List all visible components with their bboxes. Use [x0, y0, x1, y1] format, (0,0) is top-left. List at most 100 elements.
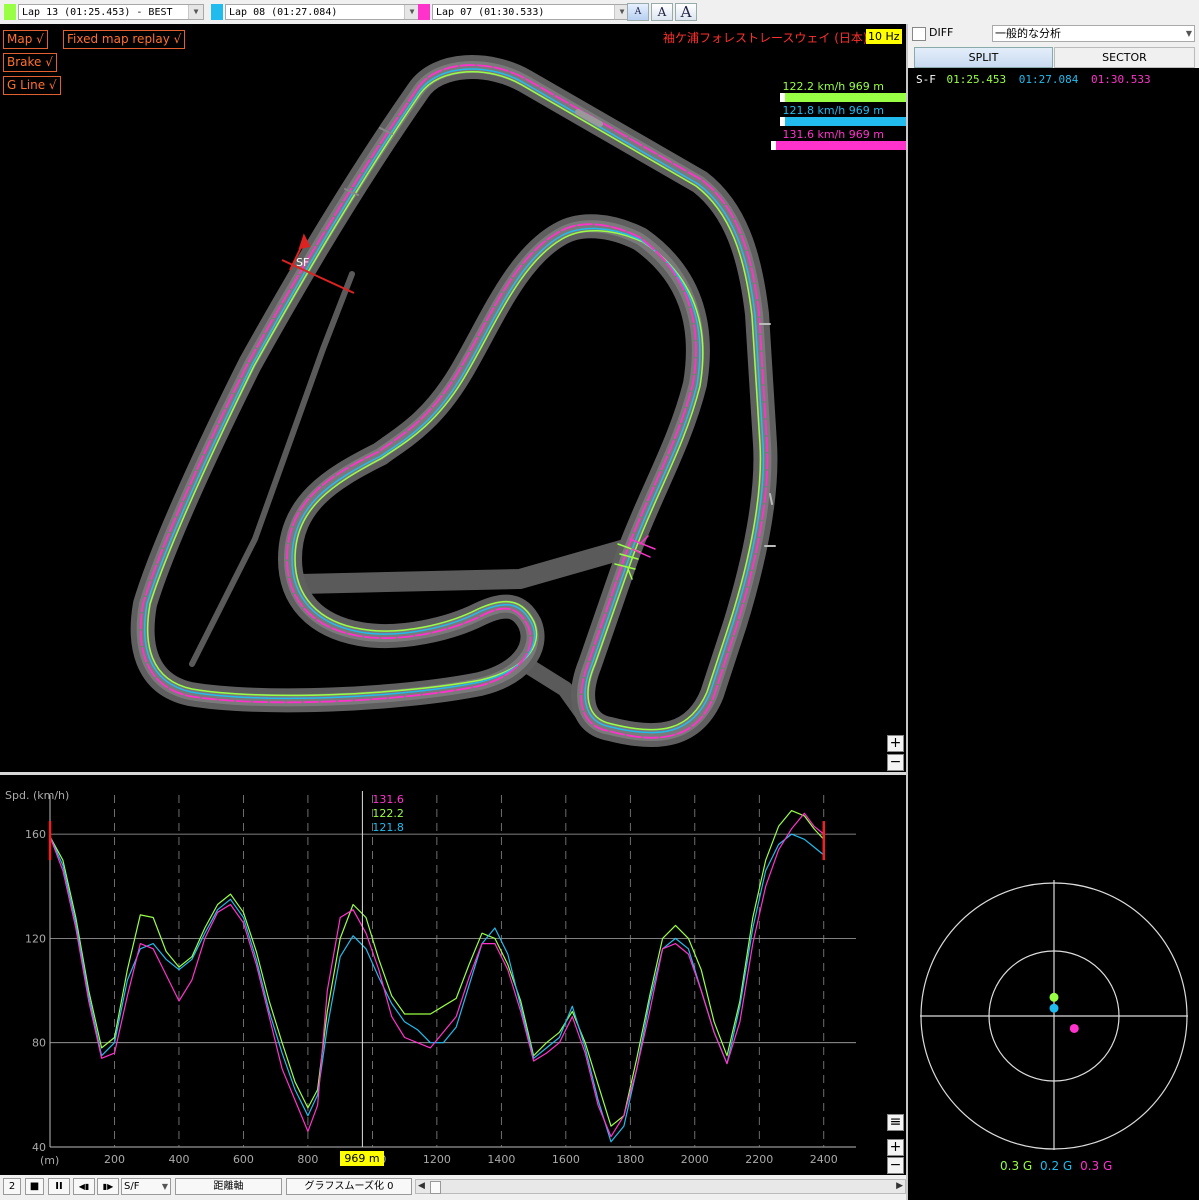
g-values: 0.3 G 0.2 G 0.3 G [1000, 1159, 1112, 1173]
x-tick-label: 400 [168, 1153, 189, 1166]
sample-rate-badge: 10 Hz [866, 29, 902, 44]
map-zoom-out-button[interactable]: − [887, 754, 904, 771]
cursor-value-lap07: 131.6 [372, 793, 404, 806]
graph-smoothing-button[interactable]: グラフスムーズ化 0 [286, 1178, 412, 1195]
y-tick-label: 160 [25, 828, 46, 841]
g-circle [920, 880, 1188, 1150]
speed-text: 121.8 km/h 969 m [782, 104, 884, 117]
lap-label: Lap 08 (01:27.084) [229, 7, 338, 18]
scroll-right-icon[interactable]: ▶ [896, 1180, 903, 1193]
map-zoom-in-button[interactable]: + [887, 735, 904, 752]
g-value-lap13: 0.3 G [1000, 1159, 1033, 1173]
g-dot [1069, 1023, 1079, 1033]
x-tick-label: 1600 [552, 1153, 580, 1166]
playback-toolbar: 2 ■ II ◀▮ ▮▶ S/F ▼ 距離軸 グラフスムーズ化 0 ◀ ▶ [0, 1175, 906, 1200]
lap-label: Lap 07 (01:30.533) [436, 7, 545, 18]
chevron-down-icon[interactable]: ▼ [404, 5, 419, 19]
timeline-scrollbar[interactable]: ◀ ▶ [415, 1179, 906, 1194]
distance-axis-button[interactable]: 距離軸 [175, 1178, 282, 1195]
analysis-mode-select[interactable]: 一般的な分析 ▼ [992, 25, 1195, 42]
stop-button[interactable]: ■ [25, 1178, 44, 1195]
x-tick-label: 600 [233, 1153, 254, 1166]
g-line-toggle[interactable]: G Line √ [3, 76, 61, 95]
font-size-medium-button[interactable]: A [651, 3, 673, 21]
playback-speed-field[interactable]: 2 [3, 1178, 21, 1195]
lap-selector-1[interactable]: Lap 13 (01:25.453) - BEST ▼ [4, 3, 204, 21]
tab-sector[interactable]: SECTOR [1054, 47, 1195, 68]
last-frame-button[interactable]: ▮▶ [97, 1178, 119, 1195]
map-toggle[interactable]: Map √ [3, 30, 48, 49]
segment-select[interactable]: S/F ▼ [121, 1178, 171, 1195]
x-tick-label: 2400 [810, 1153, 838, 1166]
font-size-small-button[interactable]: A [627, 3, 649, 21]
track-name: 袖ケ浦フォレストレースウェイ (日本) [663, 31, 868, 45]
x-tick-label: 2200 [745, 1153, 773, 1166]
sf-label: SF [296, 256, 310, 269]
y-tick-label: 120 [25, 932, 46, 945]
first-frame-button[interactable]: ◀▮ [73, 1178, 95, 1195]
lap-dropdown[interactable]: Lap 08 (01:27.084) ▼ [225, 4, 420, 20]
y-tick-label: 80 [32, 1037, 46, 1050]
g-dot [1049, 992, 1059, 1002]
fixed-map-replay-toggle[interactable]: Fixed map replay √ [63, 30, 186, 49]
x-tick-label: 1200 [423, 1153, 451, 1166]
chevron-down-icon[interactable]: ▼ [1186, 26, 1192, 41]
speed-bar [780, 93, 906, 102]
lap-dropdown[interactable]: Lap 13 (01:25.453) - BEST ▼ [18, 4, 204, 20]
speed-chart-panel[interactable]: 4080120160200400600800100012001400160018… [0, 775, 906, 1175]
chart-menu-button[interactable]: ≡ [887, 1114, 904, 1131]
speed-text: 122.2 km/h 969 m [782, 80, 884, 93]
speed-readout-lap07: 131.6 km/h 969 m [766, 128, 906, 152]
chevron-down-icon[interactable]: ▼ [188, 5, 203, 19]
diff-checkbox[interactable] [912, 27, 926, 41]
g-dot [1049, 1003, 1059, 1013]
split-row: S-F 01:25.453 01:27.084 01:30.533 [916, 73, 1151, 86]
cursor-values: 131.6 122.2 121.8 [372, 793, 404, 835]
analysis-controls: DIFF 一般的な分析 ▼ SPLIT SECTOR [908, 24, 1199, 68]
brake-toggle[interactable]: Brake √ [3, 53, 57, 72]
pause-button[interactable]: II [48, 1178, 70, 1195]
lap-label: Lap 13 (01:25.453) - BEST [22, 7, 173, 18]
x-tick-label: 200 [104, 1153, 125, 1166]
x-tick-label: 2000 [681, 1153, 709, 1166]
g-value-lap08: 0.2 G [1040, 1159, 1073, 1173]
lap-dropdown[interactable]: Lap 07 (01:30.533) ▼ [432, 4, 630, 20]
split-label: S-F [916, 73, 936, 86]
split-time-lap13: 01:25.453 [946, 73, 1007, 86]
lap-selector-2[interactable]: Lap 08 (01:27.084) ▼ [211, 3, 420, 21]
cursor-distance-label[interactable]: 969 m [340, 1151, 384, 1166]
y-tick-label: 40 [32, 1141, 46, 1154]
speed-bar [771, 141, 906, 150]
y-axis-label: Spd. (km/h) [5, 789, 70, 802]
segment-value: S/F [124, 1181, 140, 1192]
scroll-left-icon[interactable]: ◀ [418, 1180, 425, 1193]
speed-readout-lap08: 121.8 km/h 969 m [766, 104, 906, 128]
x-tick-label: 800 [297, 1153, 318, 1166]
chart-zoom-in-button[interactable]: + [887, 1139, 904, 1156]
speed-line-lap07 [49, 812, 825, 1138]
chevron-down-icon[interactable]: ▼ [162, 1179, 168, 1194]
cursor-value-lap13: 122.2 [372, 807, 404, 820]
font-size-large-button[interactable]: A [675, 3, 697, 21]
scroll-thumb[interactable] [430, 1181, 441, 1194]
split-panel: S-F 01:25.453 01:27.084 01:30.533 [908, 24, 1199, 866]
diff-label: DIFF [929, 26, 954, 39]
track-map-panel[interactable]: Map √ Fixed map replay √ Brake √ G Line … [0, 24, 906, 772]
x-tick-label: 1800 [616, 1153, 644, 1166]
lap-selector-3[interactable]: Lap 07 (01:30.533) ▼ [418, 3, 630, 21]
lap-color-swatch [418, 4, 430, 20]
g-value-lap07: 0.3 G [1080, 1159, 1113, 1173]
lap-color-swatch [4, 4, 16, 20]
speed-text: 131.6 km/h 969 m [782, 128, 884, 141]
connecting-road [290, 539, 635, 594]
cursor-value-lap08: 121.8 [372, 821, 404, 834]
speed-bar [780, 117, 906, 126]
g-force-panel: 0.3 G 0.2 G 0.3 G [908, 866, 1199, 1200]
analysis-mode-value: 一般的な分析 [995, 27, 1061, 40]
split-time-lap07: 01:30.533 [1090, 73, 1151, 86]
chart-zoom-out-button[interactable]: − [887, 1157, 904, 1174]
speed-readout-lap13: 122.2 km/h 969 m [766, 80, 906, 104]
split-time-lap08: 01:27.084 [1018, 73, 1079, 86]
tab-split[interactable]: SPLIT [914, 47, 1053, 68]
speed-chart: 4080120160200400600800100012001400160018… [25, 791, 856, 1166]
